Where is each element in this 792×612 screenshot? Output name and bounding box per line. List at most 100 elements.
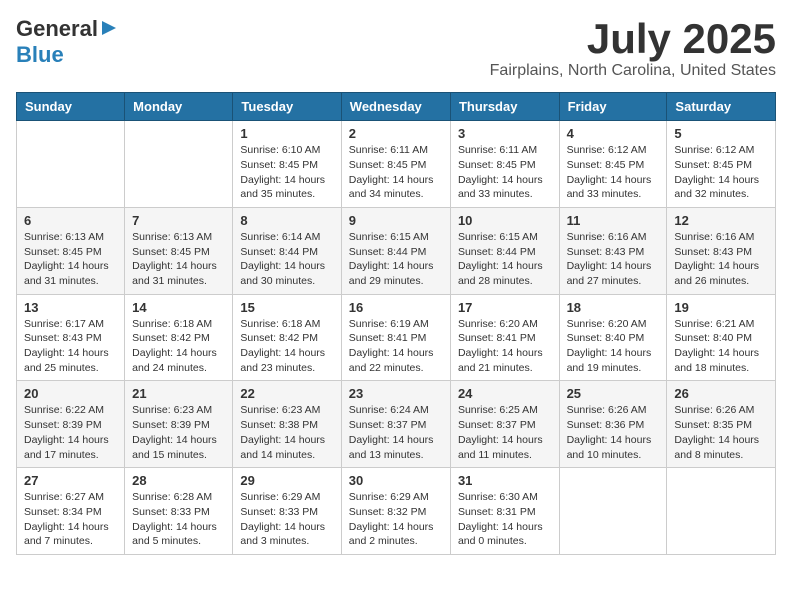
day-number: 4 [567,126,660,141]
day-info: Sunrise: 6:20 AM Sunset: 8:41 PM Dayligh… [458,317,552,376]
day-info: Sunrise: 6:16 AM Sunset: 8:43 PM Dayligh… [567,230,660,289]
location-subtitle: Fairplains, North Carolina, United State… [490,62,776,80]
calendar-cell: 17 Sunrise: 6:20 AM Sunset: 8:41 PM Dayli… [450,294,559,381]
day-number: 29 [240,473,333,488]
day-number: 6 [24,213,117,228]
calendar-week-row: 27 Sunrise: 6:27 AM Sunset: 8:34 PM Dayli… [17,468,776,555]
day-number: 21 [132,386,225,401]
day-info: Sunrise: 6:26 AM Sunset: 8:35 PM Dayligh… [674,403,768,462]
day-info: Sunrise: 6:26 AM Sunset: 8:36 PM Dayligh… [567,403,660,462]
day-number: 26 [674,386,768,401]
logo: General Blue [16,16,118,68]
day-number: 17 [458,300,552,315]
day-number: 19 [674,300,768,315]
logo-blue: Blue [16,42,64,68]
day-number: 27 [24,473,117,488]
calendar-cell: 1 Sunrise: 6:10 AM Sunset: 8:45 PM Daylig… [233,121,341,208]
day-number: 2 [349,126,443,141]
calendar-cell: 20 Sunrise: 6:22 AM Sunset: 8:39 PM Dayli… [17,381,125,468]
calendar-cell: 25 Sunrise: 6:26 AM Sunset: 8:36 PM Dayli… [559,381,667,468]
calendar-cell: 10 Sunrise: 6:15 AM Sunset: 8:44 PM Dayli… [450,207,559,294]
calendar-week-row: 1 Sunrise: 6:10 AM Sunset: 8:45 PM Daylig… [17,121,776,208]
day-info: Sunrise: 6:12 AM Sunset: 8:45 PM Dayligh… [567,143,660,202]
calendar-cell: 19 Sunrise: 6:21 AM Sunset: 8:40 PM Dayli… [667,294,776,381]
day-info: Sunrise: 6:24 AM Sunset: 8:37 PM Dayligh… [349,403,443,462]
day-number: 14 [132,300,225,315]
day-info: Sunrise: 6:27 AM Sunset: 8:34 PM Dayligh… [24,490,117,549]
day-number: 30 [349,473,443,488]
day-info: Sunrise: 6:29 AM Sunset: 8:32 PM Dayligh… [349,490,443,549]
day-number: 31 [458,473,552,488]
day-number: 1 [240,126,333,141]
calendar-week-row: 20 Sunrise: 6:22 AM Sunset: 8:39 PM Dayli… [17,381,776,468]
calendar-cell: 11 Sunrise: 6:16 AM Sunset: 8:43 PM Dayli… [559,207,667,294]
day-number: 16 [349,300,443,315]
calendar-cell: 4 Sunrise: 6:12 AM Sunset: 8:45 PM Daylig… [559,121,667,208]
day-info: Sunrise: 6:13 AM Sunset: 8:45 PM Dayligh… [132,230,225,289]
day-info: Sunrise: 6:16 AM Sunset: 8:43 PM Dayligh… [674,230,768,289]
calendar-header-monday: Monday [125,93,233,121]
day-number: 25 [567,386,660,401]
day-info: Sunrise: 6:25 AM Sunset: 8:37 PM Dayligh… [458,403,552,462]
day-info: Sunrise: 6:11 AM Sunset: 8:45 PM Dayligh… [458,143,552,202]
calendar-week-row: 13 Sunrise: 6:17 AM Sunset: 8:43 PM Dayli… [17,294,776,381]
logo-general: General [16,16,98,42]
day-info: Sunrise: 6:13 AM Sunset: 8:45 PM Dayligh… [24,230,117,289]
day-info: Sunrise: 6:11 AM Sunset: 8:45 PM Dayligh… [349,143,443,202]
day-number: 10 [458,213,552,228]
day-info: Sunrise: 6:23 AM Sunset: 8:39 PM Dayligh… [132,403,225,462]
calendar-week-row: 6 Sunrise: 6:13 AM Sunset: 8:45 PM Daylig… [17,207,776,294]
day-info: Sunrise: 6:23 AM Sunset: 8:38 PM Dayligh… [240,403,333,462]
day-info: Sunrise: 6:19 AM Sunset: 8:41 PM Dayligh… [349,317,443,376]
day-info: Sunrise: 6:10 AM Sunset: 8:45 PM Dayligh… [240,143,333,202]
page-header: General Blue July 2025 Fairplains, North… [16,16,776,80]
day-number: 20 [24,386,117,401]
day-info: Sunrise: 6:18 AM Sunset: 8:42 PM Dayligh… [132,317,225,376]
calendar-table: SundayMondayTuesdayWednesdayThursdayFrid… [16,92,776,555]
calendar-header-saturday: Saturday [667,93,776,121]
calendar-cell: 31Sunrise: 6:30 AM Sunset: 8:31 PM Dayli… [450,468,559,555]
day-number: 7 [132,213,225,228]
calendar-cell: 29Sunrise: 6:29 AM Sunset: 8:33 PM Dayli… [233,468,341,555]
day-info: Sunrise: 6:22 AM Sunset: 8:39 PM Dayligh… [24,403,117,462]
day-number: 3 [458,126,552,141]
day-info: Sunrise: 6:18 AM Sunset: 8:42 PM Dayligh… [240,317,333,376]
calendar-cell: 18Sunrise: 6:20 AM Sunset: 8:40 PM Dayli… [559,294,667,381]
day-number: 9 [349,213,443,228]
calendar-cell: 3 Sunrise: 6:11 AM Sunset: 8:45 PM Daylig… [450,121,559,208]
calendar-cell [559,468,667,555]
calendar-cell: 6 Sunrise: 6:13 AM Sunset: 8:45 PM Daylig… [17,207,125,294]
calendar-header-row: SundayMondayTuesdayWednesdayThursdayFrid… [17,93,776,121]
day-info: Sunrise: 6:15 AM Sunset: 8:44 PM Dayligh… [458,230,552,289]
day-number: 23 [349,386,443,401]
day-info: Sunrise: 6:14 AM Sunset: 8:44 PM Dayligh… [240,230,333,289]
calendar-cell: 24Sunrise: 6:25 AM Sunset: 8:37 PM Dayli… [450,381,559,468]
calendar-header-tuesday: Tuesday [233,93,341,121]
calendar-cell: 22 Sunrise: 6:23 AM Sunset: 8:38 PM Dayli… [233,381,341,468]
day-number: 22 [240,386,333,401]
calendar-header-sunday: Sunday [17,93,125,121]
month-title: July 2025 [490,16,776,62]
day-number: 28 [132,473,225,488]
calendar-cell: 9 Sunrise: 6:15 AM Sunset: 8:44 PM Daylig… [341,207,450,294]
logo-arrow-icon [100,19,118,37]
calendar-header-wednesday: Wednesday [341,93,450,121]
calendar-cell: 8Sunrise: 6:14 AM Sunset: 8:44 PM Daylig… [233,207,341,294]
calendar-cell [667,468,776,555]
calendar-header-thursday: Thursday [450,93,559,121]
calendar-cell: 7 Sunrise: 6:13 AM Sunset: 8:45 PM Daylig… [125,207,233,294]
day-number: 11 [567,213,660,228]
calendar-cell [17,121,125,208]
calendar-cell: 16 Sunrise: 6:19 AM Sunset: 8:41 PM Dayli… [341,294,450,381]
day-number: 13 [24,300,117,315]
day-info: Sunrise: 6:21 AM Sunset: 8:40 PM Dayligh… [674,317,768,376]
calendar-cell: 23 Sunrise: 6:24 AM Sunset: 8:37 PM Dayli… [341,381,450,468]
calendar-cell: 26 Sunrise: 6:26 AM Sunset: 8:35 PM Dayli… [667,381,776,468]
day-number: 5 [674,126,768,141]
day-info: Sunrise: 6:20 AM Sunset: 8:40 PM Dayligh… [567,317,660,376]
day-info: Sunrise: 6:15 AM Sunset: 8:44 PM Dayligh… [349,230,443,289]
calendar-cell [125,121,233,208]
day-info: Sunrise: 6:17 AM Sunset: 8:43 PM Dayligh… [24,317,117,376]
calendar-cell: 5Sunrise: 6:12 AM Sunset: 8:45 PM Daylig… [667,121,776,208]
calendar-cell: 2 Sunrise: 6:11 AM Sunset: 8:45 PM Daylig… [341,121,450,208]
